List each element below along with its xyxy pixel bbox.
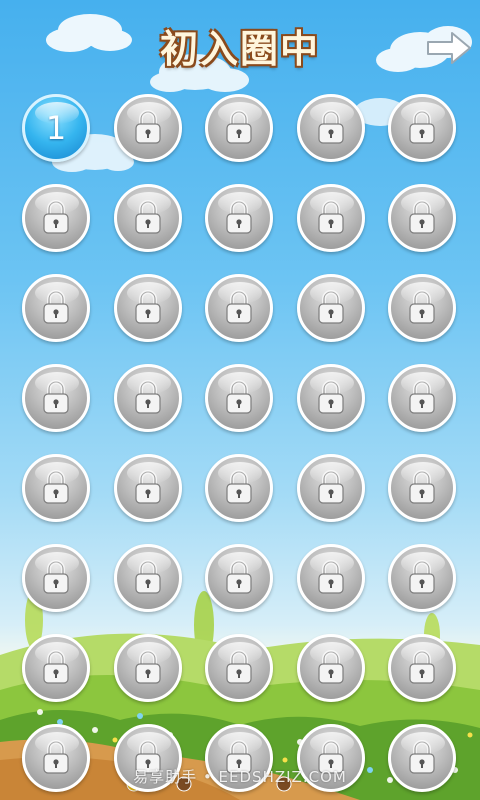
button-shine <box>126 462 171 484</box>
button-shine <box>126 642 171 664</box>
button-shine <box>218 102 262 124</box>
button-shine <box>218 462 262 484</box>
button-shine <box>126 732 171 754</box>
locked-level-button[interactable] <box>296 94 365 162</box>
locked-level-button[interactable] <box>113 544 182 612</box>
locked-level-button[interactable] <box>388 454 456 522</box>
locked-level-button[interactable] <box>388 274 456 342</box>
button-shine <box>218 732 262 754</box>
locked-level-button[interactable] <box>296 364 365 432</box>
locked-level-button[interactable] <box>22 454 90 522</box>
button-shine <box>309 192 354 214</box>
level-button[interactable]: 1 <box>22 94 90 162</box>
level-pack-title: 初入圈中 <box>159 26 320 71</box>
locked-level-button[interactable] <box>388 634 456 702</box>
button-shine <box>35 192 79 214</box>
locked-level-button[interactable] <box>296 634 365 702</box>
locked-level-button[interactable] <box>22 364 90 432</box>
locked-level-button[interactable] <box>388 184 456 252</box>
locked-level-button[interactable] <box>388 94 456 162</box>
locked-level-button[interactable] <box>22 634 90 702</box>
locked-level-button[interactable] <box>296 544 365 612</box>
button-shine <box>126 372 171 394</box>
button-shine <box>401 282 445 304</box>
button-shine <box>309 282 354 304</box>
button-shine <box>401 372 445 394</box>
locked-level-button[interactable] <box>113 454 182 522</box>
button-shine <box>35 552 79 574</box>
locked-level-button[interactable] <box>22 184 90 252</box>
locked-level-button[interactable] <box>113 634 182 702</box>
button-shine <box>126 192 171 214</box>
locked-level-button[interactable] <box>113 364 182 432</box>
button-shine <box>126 552 171 574</box>
button-shine <box>401 642 445 664</box>
button-shine <box>126 282 171 304</box>
locked-level-button[interactable] <box>205 184 273 252</box>
button-shine <box>35 372 79 394</box>
button-shine <box>126 102 171 124</box>
locked-level-button[interactable] <box>205 544 273 612</box>
button-shine <box>309 642 354 664</box>
button-shine <box>35 732 79 754</box>
locked-level-button[interactable] <box>22 544 90 612</box>
locked-level-button[interactable] <box>22 274 90 342</box>
button-shine <box>218 552 262 574</box>
button-shine <box>309 552 354 574</box>
locked-level-button[interactable] <box>113 274 182 342</box>
button-shine <box>401 552 445 574</box>
locked-level-button[interactable] <box>296 454 365 522</box>
button-shine <box>35 642 79 664</box>
button-shine <box>35 282 79 304</box>
locked-level-button[interactable] <box>205 634 273 702</box>
button-shine <box>401 102 445 124</box>
next-page-button[interactable] <box>424 30 474 66</box>
locked-level-button[interactable] <box>388 364 456 432</box>
button-shine <box>218 192 262 214</box>
button-shine <box>309 102 354 124</box>
button-shine <box>401 462 445 484</box>
level-grid: 1 <box>22 94 458 792</box>
button-shine <box>218 282 262 304</box>
locked-level-button[interactable] <box>205 274 273 342</box>
arrow-right-icon <box>427 32 471 64</box>
locked-level-button[interactable] <box>205 94 273 162</box>
button-shine <box>35 462 79 484</box>
watermark: 易享助手 • EEDSHZIZ.COM <box>133 768 347 786</box>
locked-level-button[interactable] <box>388 544 456 612</box>
locked-level-button[interactable] <box>113 94 182 162</box>
button-shine <box>309 732 354 754</box>
locked-level-button[interactable] <box>205 454 273 522</box>
locked-level-button[interactable] <box>205 364 273 432</box>
button-shine <box>218 642 262 664</box>
button-shine <box>401 732 445 754</box>
button-shine <box>309 372 354 394</box>
button-shine <box>35 102 79 124</box>
locked-level-button[interactable] <box>113 184 182 252</box>
locked-level-button[interactable] <box>296 274 365 342</box>
button-shine <box>401 192 445 214</box>
locked-level-button[interactable] <box>296 184 365 252</box>
button-shine <box>218 372 262 394</box>
button-shine <box>309 462 354 484</box>
